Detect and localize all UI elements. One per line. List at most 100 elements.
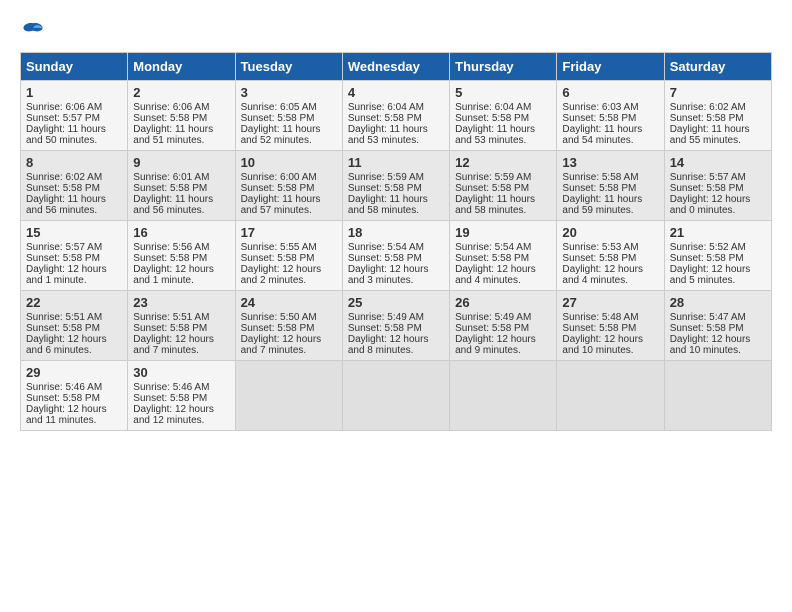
day-info-line: Daylight: 11 hours xyxy=(241,194,337,205)
day-info-line: Sunset: 5:58 PM xyxy=(26,393,122,404)
day-info-line: Sunset: 5:58 PM xyxy=(562,113,658,124)
day-info-line: Daylight: 12 hours xyxy=(562,264,658,275)
day-number: 18 xyxy=(348,225,444,240)
day-number: 14 xyxy=(670,155,766,170)
day-info-line: and 0 minutes. xyxy=(670,205,766,216)
day-info-line: Daylight: 11 hours xyxy=(455,194,551,205)
day-number: 20 xyxy=(562,225,658,240)
day-info-line: Sunset: 5:58 PM xyxy=(455,183,551,194)
day-info-line: Sunset: 5:58 PM xyxy=(133,183,229,194)
day-info-line: Sunrise: 5:48 AM xyxy=(562,312,658,323)
day-info-line: Sunrise: 5:49 AM xyxy=(348,312,444,323)
day-info-line: Daylight: 11 hours xyxy=(670,124,766,135)
day-number: 8 xyxy=(26,155,122,170)
calendar-cell: 17Sunrise: 5:55 AMSunset: 5:58 PMDayligh… xyxy=(235,221,342,291)
day-number: 26 xyxy=(455,295,551,310)
day-number: 13 xyxy=(562,155,658,170)
day-info-line: Sunrise: 5:52 AM xyxy=(670,242,766,253)
day-number: 5 xyxy=(455,85,551,100)
day-info-line: Sunrise: 5:54 AM xyxy=(455,242,551,253)
calendar-day-header: Wednesday xyxy=(342,53,449,81)
day-number: 24 xyxy=(241,295,337,310)
day-info-line: Sunrise: 6:04 AM xyxy=(348,102,444,113)
day-info-line: Daylight: 11 hours xyxy=(348,124,444,135)
calendar-cell: 11Sunrise: 5:59 AMSunset: 5:58 PMDayligh… xyxy=(342,151,449,221)
day-info-line: Sunset: 5:58 PM xyxy=(133,323,229,334)
day-number: 3 xyxy=(241,85,337,100)
day-number: 30 xyxy=(133,365,229,380)
calendar-cell: 5Sunrise: 6:04 AMSunset: 5:58 PMDaylight… xyxy=(450,81,557,151)
day-number: 19 xyxy=(455,225,551,240)
day-info-line: Sunrise: 5:59 AM xyxy=(348,172,444,183)
calendar-cell: 27Sunrise: 5:48 AMSunset: 5:58 PMDayligh… xyxy=(557,291,664,361)
day-info-line: Daylight: 12 hours xyxy=(348,264,444,275)
day-info-line: and 55 minutes. xyxy=(670,135,766,146)
day-info-line: Daylight: 11 hours xyxy=(241,124,337,135)
calendar-cell: 8Sunrise: 6:02 AMSunset: 5:58 PMDaylight… xyxy=(21,151,128,221)
day-info-line: and 5 minutes. xyxy=(670,275,766,286)
day-number: 25 xyxy=(348,295,444,310)
calendar-cell: 9Sunrise: 6:01 AMSunset: 5:58 PMDaylight… xyxy=(128,151,235,221)
calendar-cell: 29Sunrise: 5:46 AMSunset: 5:58 PMDayligh… xyxy=(21,361,128,431)
calendar-cell: 13 Sunrise: 5:58 AMSunset: 5:58 PMDayligh… xyxy=(557,151,664,221)
day-info-line: Sunrise: 5:53 AM xyxy=(562,242,658,253)
day-info-line: and 1 minute. xyxy=(133,275,229,286)
day-number: 11 xyxy=(348,155,444,170)
day-info-line: Sunset: 5:58 PM xyxy=(26,183,122,194)
day-info-line: Daylight: 12 hours xyxy=(455,264,551,275)
day-info-line: Sunrise: 5:58 AM xyxy=(562,172,658,183)
day-info-line: Sunset: 5:58 PM xyxy=(241,323,337,334)
day-info-line: and 50 minutes. xyxy=(26,135,122,146)
day-info-line: Daylight: 12 hours xyxy=(133,334,229,345)
day-info-line: Daylight: 12 hours xyxy=(670,264,766,275)
calendar-table: SundayMondayTuesdayWednesdayThursdayFrid… xyxy=(20,52,772,431)
day-info-line: Sunset: 5:58 PM xyxy=(670,323,766,334)
day-info-line: Sunset: 5:58 PM xyxy=(133,393,229,404)
calendar-cell xyxy=(664,361,771,431)
day-info-line: Sunset: 5:58 PM xyxy=(241,113,337,124)
day-number: 1 xyxy=(26,85,122,100)
day-number: 28 xyxy=(670,295,766,310)
calendar-day-header: Tuesday xyxy=(235,53,342,81)
calendar-cell: 26Sunrise: 5:49 AMSunset: 5:58 PMDayligh… xyxy=(450,291,557,361)
day-info-line: Sunrise: 5:54 AM xyxy=(348,242,444,253)
calendar-cell: 23Sunrise: 5:51 AMSunset: 5:58 PMDayligh… xyxy=(128,291,235,361)
day-info-line: and 58 minutes. xyxy=(455,205,551,216)
day-info-line: Daylight: 11 hours xyxy=(26,194,122,205)
day-info-line: and 51 minutes. xyxy=(133,135,229,146)
day-info-line: and 10 minutes. xyxy=(670,345,766,356)
day-number: 10 xyxy=(241,155,337,170)
day-info-line: Daylight: 11 hours xyxy=(26,124,122,135)
calendar-day-header: Monday xyxy=(128,53,235,81)
day-number: 15 xyxy=(26,225,122,240)
day-info-line: Sunrise: 6:00 AM xyxy=(241,172,337,183)
day-number: 2 xyxy=(133,85,229,100)
day-info-line: Sunset: 5:58 PM xyxy=(26,253,122,264)
day-info-line: and 52 minutes. xyxy=(241,135,337,146)
day-info-line: Sunrise: 5:50 AM xyxy=(241,312,337,323)
day-info-line: Daylight: 12 hours xyxy=(26,334,122,345)
calendar-cell: 12Sunrise: 5:59 AMSunset: 5:58 PMDayligh… xyxy=(450,151,557,221)
calendar-cell: 22Sunrise: 5:51 AMSunset: 5:58 PMDayligh… xyxy=(21,291,128,361)
day-info-line: and 11 minutes. xyxy=(26,415,122,426)
day-info-line: Sunset: 5:58 PM xyxy=(348,253,444,264)
day-info-line: and 7 minutes. xyxy=(133,345,229,356)
day-info-line: Daylight: 11 hours xyxy=(562,124,658,135)
day-info-line: Daylight: 12 hours xyxy=(241,264,337,275)
calendar-day-header: Saturday xyxy=(664,53,771,81)
day-info-line: Sunrise: 5:51 AM xyxy=(26,312,122,323)
day-info-line: Sunset: 5:58 PM xyxy=(562,183,658,194)
day-info-line: Sunrise: 5:55 AM xyxy=(241,242,337,253)
day-number: 12 xyxy=(455,155,551,170)
day-info-line: Sunset: 5:57 PM xyxy=(26,113,122,124)
day-info-line: Sunrise: 6:05 AM xyxy=(241,102,337,113)
day-info-line: Daylight: 11 hours xyxy=(562,194,658,205)
calendar-week-row: 29Sunrise: 5:46 AMSunset: 5:58 PMDayligh… xyxy=(21,361,772,431)
day-number: 21 xyxy=(670,225,766,240)
day-info-line: Daylight: 12 hours xyxy=(26,404,122,415)
day-info-line: and 12 minutes. xyxy=(133,415,229,426)
calendar-cell: 28Sunrise: 5:47 AMSunset: 5:58 PMDayligh… xyxy=(664,291,771,361)
calendar-day-header: Friday xyxy=(557,53,664,81)
day-info-line: and 54 minutes. xyxy=(562,135,658,146)
logo xyxy=(20,20,44,42)
